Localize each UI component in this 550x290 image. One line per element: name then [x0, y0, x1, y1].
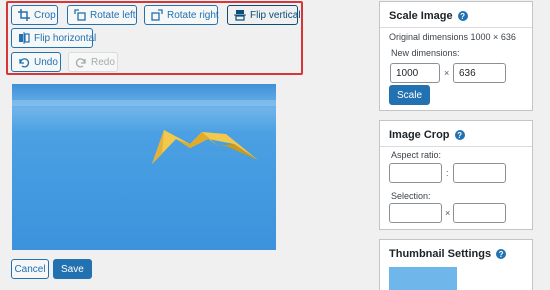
- selection-width-input[interactable]: [389, 203, 442, 223]
- thumbnail-preview: [389, 267, 457, 290]
- scale-image-panel: Scale Image ? Original dimensions 1000 ×…: [379, 1, 533, 111]
- scale-width-input[interactable]: [390, 63, 440, 83]
- aspect-ratio-width-input[interactable]: [389, 163, 442, 183]
- help-icon[interactable]: ?: [457, 11, 468, 21]
- selection-times-sign: ×: [445, 208, 451, 218]
- crop-icon: [18, 9, 30, 21]
- help-icon[interactable]: ?: [496, 249, 507, 259]
- rotate-left-icon: [74, 9, 86, 21]
- selection-label: Selection:: [391, 191, 431, 201]
- aspect-ratio-height-input[interactable]: [453, 163, 506, 183]
- undo-icon: [18, 56, 30, 68]
- undo-button[interactable]: Undo: [11, 52, 61, 72]
- selection-height-input[interactable]: [453, 203, 506, 223]
- cancel-button[interactable]: Cancel: [11, 259, 49, 279]
- save-button[interactable]: Save: [53, 259, 92, 279]
- rotate-left-button[interactable]: Rotate left: [67, 5, 137, 25]
- image-preview[interactable]: [12, 84, 276, 250]
- thumbnail-settings-panel: Thumbnail Settings ?: [379, 239, 533, 290]
- redo-button[interactable]: Redo: [68, 52, 118, 72]
- help-icon[interactable]: ?: [454, 130, 465, 140]
- aspect-ratio-label: Aspect ratio:: [391, 150, 442, 160]
- original-dimensions: Original dimensions 1000 × 636: [389, 32, 516, 42]
- flip-vertical-icon: [234, 9, 246, 21]
- image-crop-panel: Image Crop ? Aspect ratio: : Selection: …: [379, 120, 533, 230]
- thumbnail-settings-title: Thumbnail Settings: [389, 248, 492, 260]
- flip-horizontal-button[interactable]: Flip horizontal: [11, 28, 96, 48]
- rotate-right-button[interactable]: Rotate right: [144, 5, 219, 25]
- rotate-right-icon: [151, 9, 163, 21]
- scale-image-title: Scale Image: [389, 10, 453, 22]
- new-dimensions-label: New dimensions:: [391, 48, 460, 58]
- flip-vertical-button[interactable]: Flip vertical: [227, 5, 301, 25]
- scale-button[interactable]: Scale: [389, 85, 431, 105]
- crop-button[interactable]: Crop: [11, 5, 58, 25]
- image-crop-title: Image Crop: [389, 129, 450, 141]
- flip-horizontal-icon: [18, 32, 30, 44]
- aspect-ratio-separator: :: [446, 168, 449, 178]
- scale-height-input[interactable]: [453, 63, 506, 83]
- scale-times-sign: ×: [444, 68, 450, 78]
- redo-icon: [75, 56, 87, 68]
